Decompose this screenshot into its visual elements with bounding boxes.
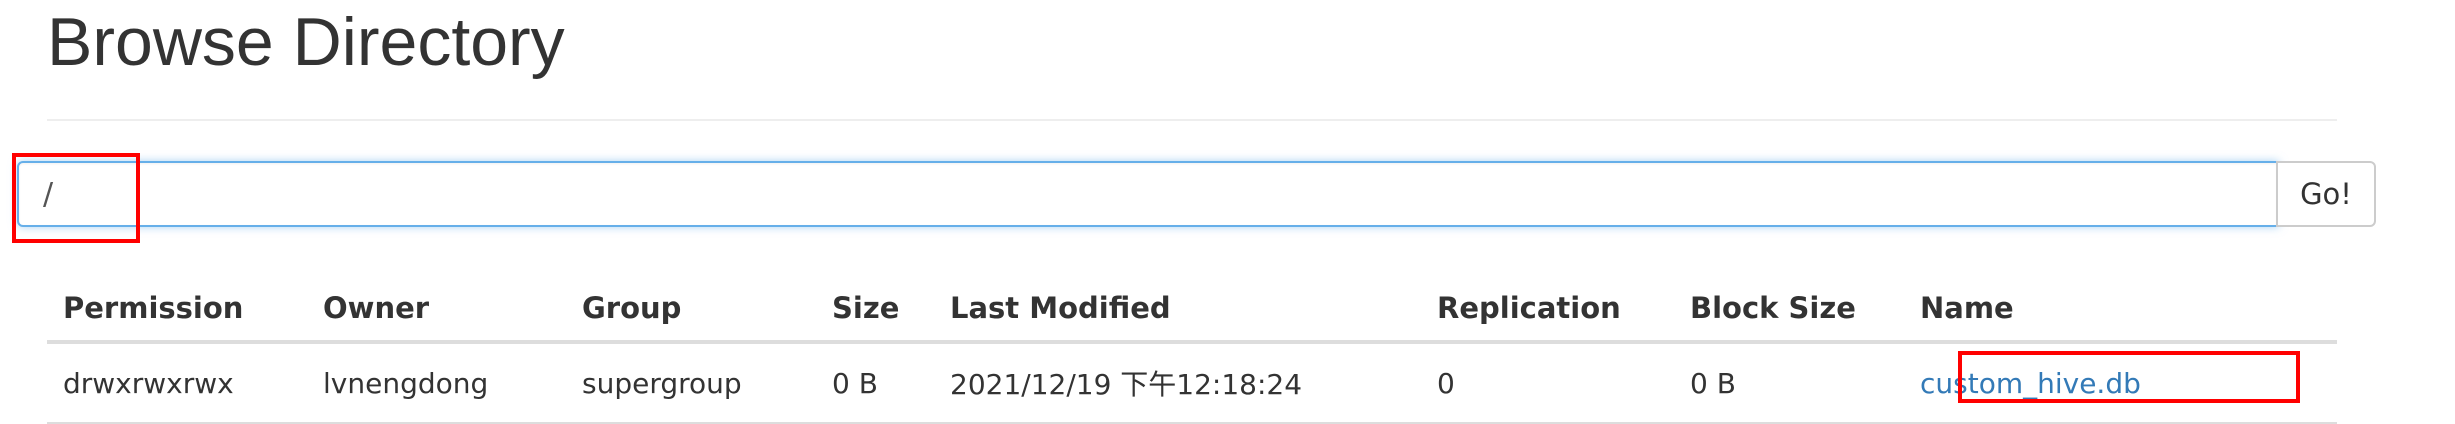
column-header-last-modified[interactable]: Last Modified — [934, 276, 1421, 344]
column-header-owner[interactable]: Owner — [307, 276, 566, 344]
table-header-row: Permission Owner Group Size Last Modifie… — [47, 276, 2337, 344]
column-header-permission[interactable]: Permission — [47, 276, 307, 344]
column-header-block-size[interactable]: Block Size — [1674, 276, 1904, 344]
cell-last-modified: 2021/12/19 下午12:18:24 — [934, 342, 1421, 424]
column-header-replication[interactable]: Replication — [1421, 276, 1674, 344]
directory-path-input[interactable] — [17, 161, 2279, 227]
page-title: Browse Directory — [47, 4, 565, 80]
cell-name: custom_hive.db — [1904, 342, 2337, 424]
table-row: drwxrwxrwx lvnengdong supergroup 0 B 202… — [47, 342, 2337, 424]
cell-permission: drwxrwxrwx — [47, 342, 307, 424]
cell-group: supergroup — [566, 342, 816, 424]
column-header-group[interactable]: Group — [566, 276, 816, 344]
directory-listing-table: Permission Owner Group Size Last Modifie… — [47, 276, 2337, 424]
title-divider — [47, 119, 2337, 121]
cell-owner: lvnengdong — [307, 342, 566, 424]
column-header-size[interactable]: Size — [816, 276, 934, 344]
browse-directory-page: Browse Directory Go! Permission Owner Gr… — [0, 0, 2455, 424]
file-name-link[interactable]: custom_hive.db — [1920, 367, 2141, 400]
cell-replication: 0 — [1421, 342, 1674, 424]
column-header-name[interactable]: Name — [1904, 276, 2337, 344]
cell-block-size: 0 B — [1674, 342, 1904, 424]
cell-size: 0 B — [816, 342, 934, 424]
go-button[interactable]: Go! — [2276, 161, 2376, 227]
